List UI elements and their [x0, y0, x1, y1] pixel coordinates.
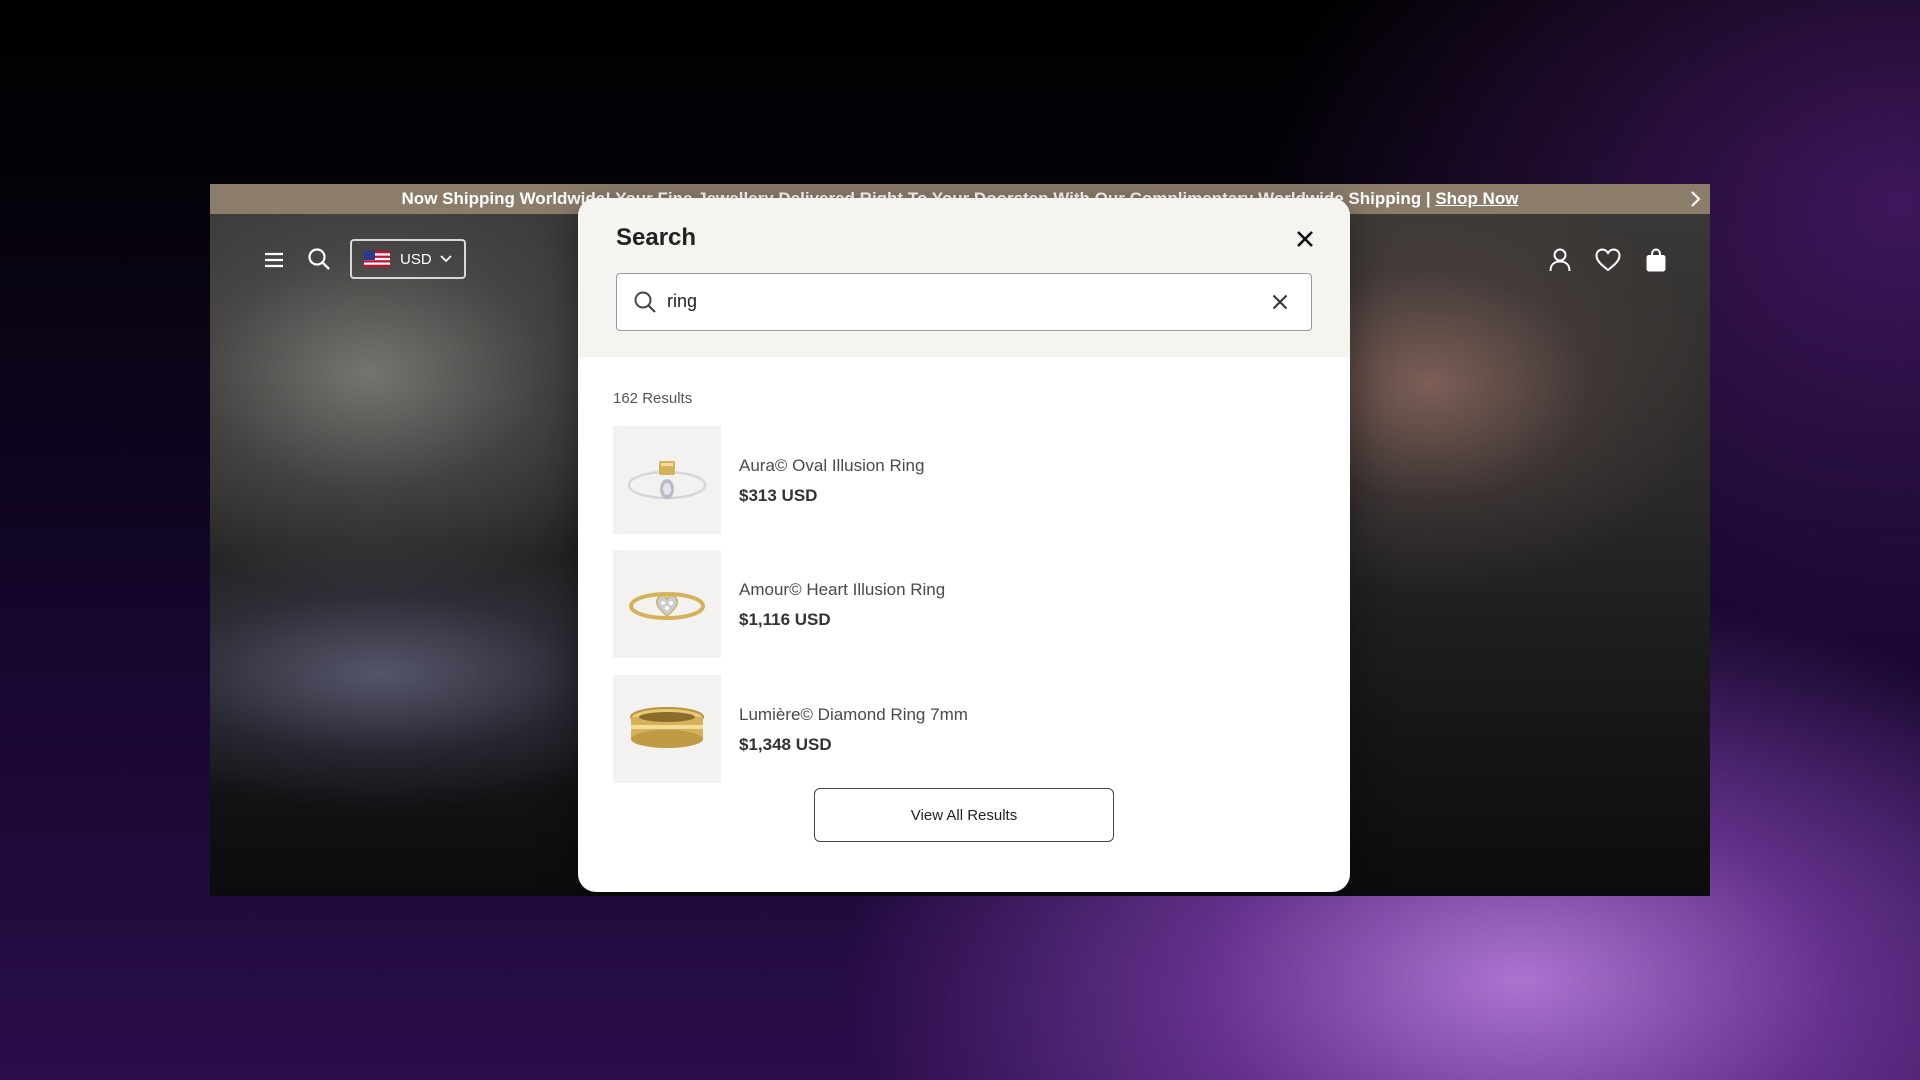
shop-now-link[interactable]: Shop Now: [1435, 189, 1518, 208]
product-price: $1,348 USD: [739, 735, 832, 754]
user-icon[interactable]: [1546, 246, 1574, 274]
product-name: Aura© Oval Illusion Ring: [739, 456, 925, 475]
modal-title: Search: [616, 224, 697, 251]
product-thumbnail: [613, 550, 721, 658]
bag-icon[interactable]: [1642, 246, 1670, 274]
view-all-results-button[interactable]: View All Results: [814, 788, 1114, 842]
search-input[interactable]: [667, 274, 1247, 329]
desktop-background: Now Shipping Worldwide! Your Fine Jewell…: [0, 0, 1920, 1080]
search-modal: Search 162 Results: [578, 198, 1350, 892]
chevron-down-icon: [440, 255, 452, 263]
product-price: $313 USD: [739, 486, 818, 505]
product-thumbnail: [613, 426, 721, 534]
us-flag-icon: [364, 251, 390, 267]
product-price: $1,116 USD: [739, 610, 831, 629]
clear-icon[interactable]: [1267, 289, 1293, 315]
product-name: Lumière© Diamond Ring 7mm: [739, 705, 968, 724]
search-icon[interactable]: [304, 244, 334, 274]
heart-icon[interactable]: [1593, 246, 1623, 274]
result-item[interactable]: Aura© Oval Illusion Ring $313 USD: [613, 426, 1173, 534]
result-count: 162 Results: [613, 390, 693, 407]
close-icon[interactable]: [1292, 226, 1318, 252]
result-item[interactable]: Amour© Heart Illusion Ring $1,116 USD: [613, 550, 1173, 658]
search-icon: [633, 290, 657, 314]
browser-viewport: Now Shipping Worldwide! Your Fine Jewell…: [210, 184, 1710, 896]
chevron-right-icon[interactable]: [1686, 184, 1706, 214]
currency-label: USD: [400, 250, 432, 268]
hamburger-icon[interactable]: [260, 246, 288, 274]
product-name: Amour© Heart Illusion Ring: [739, 580, 946, 599]
search-field: [616, 273, 1312, 331]
product-thumbnail: [613, 675, 721, 783]
result-item[interactable]: Lumière© Diamond Ring 7mm $1,348 USD: [613, 675, 1173, 783]
currency-selector[interactable]: USD: [350, 239, 466, 279]
